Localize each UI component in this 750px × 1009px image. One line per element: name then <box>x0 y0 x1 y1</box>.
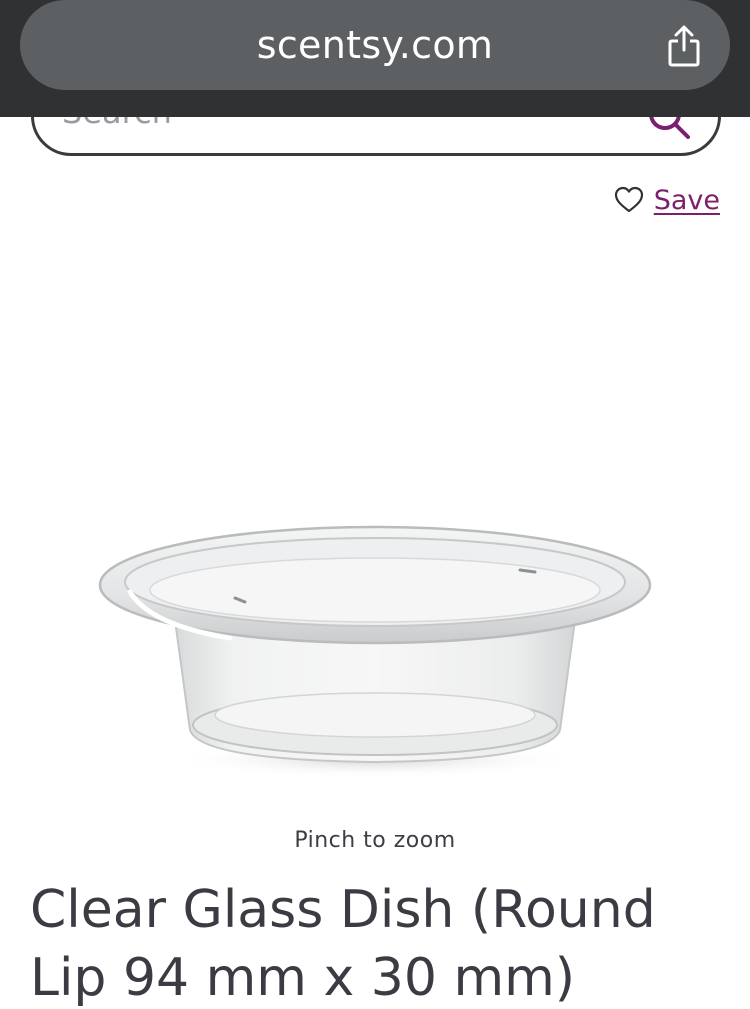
address-bar[interactable]: scentsy.com <box>20 0 730 90</box>
page: Search scentsy.com Save <box>0 0 750 1009</box>
save-control[interactable]: Save <box>614 180 720 220</box>
url-text: scentsy.com <box>256 23 494 67</box>
browser-top-bar: scentsy.com <box>0 0 750 117</box>
pinch-to-zoom-hint: Pinch to zoom <box>294 828 456 853</box>
share-icon[interactable] <box>666 24 702 68</box>
save-link[interactable]: Save <box>654 185 720 216</box>
product-title: Clear Glass Dish (Round Lip 94 mm x 30 m… <box>30 880 656 1008</box>
product-image[interactable] <box>90 510 660 800</box>
heart-icon[interactable] <box>614 186 644 214</box>
